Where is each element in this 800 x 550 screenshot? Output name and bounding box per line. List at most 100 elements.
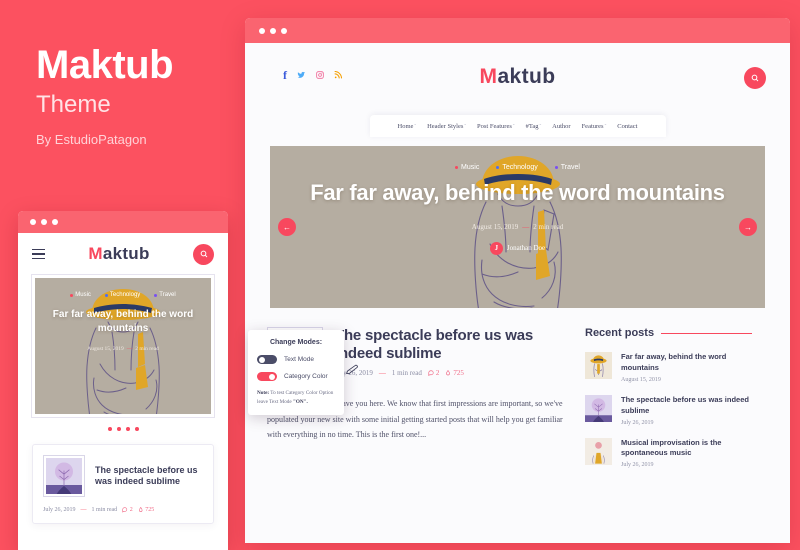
search-icon[interactable] — [744, 67, 766, 89]
promo-subtitle: Theme — [36, 91, 111, 118]
change-modes-popup: Change Modes: Text Mode Category Color N… — [248, 330, 344, 415]
post-title[interactable]: The spectacle before us was indeed subli… — [335, 327, 567, 362]
hero-read-time: 2 min read — [135, 346, 159, 352]
category-label: Music — [75, 292, 91, 298]
post-read-time: 1 min read — [391, 369, 422, 378]
note-emphasis: "ON". — [293, 398, 308, 405]
site-logo[interactable]: Maktub — [245, 65, 790, 89]
hero-category-technology[interactable]: Technology — [104, 292, 141, 298]
chevron-down-icon: ˇ — [464, 124, 467, 130]
window-close-dot[interactable] — [30, 219, 36, 225]
recent-post-thumbnail — [585, 352, 612, 379]
nav-item-tag[interactable]: #Tagˇ — [526, 123, 542, 130]
category-color-toggle[interactable] — [257, 372, 277, 381]
meta-separator: — — [522, 222, 530, 231]
comment-count: 2 — [122, 507, 133, 513]
window-minimize-dot[interactable] — [270, 27, 276, 34]
category-label: Technology — [502, 164, 538, 171]
chevron-down-icon: ˇ — [539, 124, 542, 130]
window-minimize-dot[interactable] — [41, 219, 47, 225]
meta-separator: — — [378, 369, 386, 378]
nav-label: Post Features — [477, 122, 512, 130]
hero-categories: Music Technology Travel — [270, 164, 765, 171]
comment-icon — [428, 370, 434, 377]
person-figure-illustration — [585, 437, 612, 465]
recent-post-item[interactable]: Far far away, behind the word mountains … — [585, 352, 752, 383]
recent-post-item[interactable]: Musical improvisation is the spontaneous… — [585, 437, 752, 469]
comment-count-value: 2 — [435, 369, 440, 378]
mobile-site-logo[interactable]: Maktub — [88, 244, 149, 264]
search-icon[interactable] — [193, 243, 214, 265]
desktop-browser-mockup: f Maktub Homeˇ Header Stylesˇ Post Featu… — [245, 18, 790, 543]
nav-label: Author — [552, 122, 571, 130]
site-header: f Maktub — [245, 43, 790, 115]
nav-item-features[interactable]: Featuresˇ — [582, 123, 607, 130]
comment-count: 2 — [428, 369, 440, 378]
recent-post-date: August 15, 2019 — [621, 376, 661, 383]
meta-separator: — — [126, 346, 133, 352]
pagination-dot[interactable] — [107, 427, 112, 431]
mobile-hero-post-title[interactable]: Far far away, behind the word mountains — [35, 308, 211, 335]
nav-label: Features — [581, 122, 604, 130]
category-label: Travel — [560, 164, 580, 171]
nav-item-header-styles[interactable]: Header Stylesˇ — [427, 123, 466, 130]
promo-byline: By EstudioPatagon — [36, 132, 147, 148]
window-maximize-dot[interactable] — [52, 219, 58, 225]
slider-pagination — [18, 427, 228, 431]
site-viewport: f Maktub Homeˇ Header Stylesˇ Post Featu… — [245, 43, 790, 543]
recent-post-item[interactable]: The spectacle before us was indeed subli… — [585, 394, 752, 426]
hero-category-music[interactable]: Music — [70, 292, 91, 298]
recent-post-title: Far far away, behind the word mountains — [621, 352, 727, 372]
flame-icon — [446, 370, 451, 376]
mobile-hero-meta: August 15, 2019—2 min read — [35, 346, 211, 352]
pagination-dot[interactable] — [134, 427, 139, 431]
logo-rest: aktub — [102, 244, 150, 263]
text-mode-row: Text Mode — [257, 355, 335, 364]
hero-category-travel[interactable]: Travel — [154, 292, 176, 298]
logo-initial: M — [88, 244, 103, 263]
purple-tree-illustration — [585, 394, 612, 422]
category-label: Technology — [109, 292, 141, 298]
mobile-post-thumbnail — [43, 455, 85, 497]
mobile-browser-mockup: Maktub Music Technology Travel Far far a… — [18, 211, 228, 550]
main-navigation: Homeˇ Header Stylesˇ Post Featuresˇ #Tag… — [369, 115, 666, 137]
window-close-dot[interactable] — [259, 27, 265, 34]
nav-item-home[interactable]: Homeˇ — [398, 123, 417, 130]
hamburger-menu-icon[interactable] — [32, 248, 45, 260]
nav-item-author[interactable]: Author — [552, 123, 570, 130]
avatar: J — [489, 241, 503, 255]
change-modes-title: Change Modes: — [269, 339, 323, 346]
category-color-label: Category Color — [284, 373, 328, 380]
hero-category-technology[interactable]: Technology — [496, 164, 538, 171]
hero-date: August 15, 2019 — [87, 346, 124, 352]
hero-category-travel[interactable]: Travel — [554, 164, 580, 171]
hero-category-music[interactable]: Music — [455, 164, 479, 171]
recent-post-thumbnail — [585, 437, 612, 465]
window-maximize-dot[interactable] — [281, 27, 287, 34]
mobile-post-card[interactable]: The spectacle before us was indeed subli… — [32, 444, 214, 524]
sidebar-heading: Recent posts — [585, 327, 655, 339]
hero-next-arrow-icon[interactable]: → — [739, 218, 757, 236]
mobile-hero-categories: Music Technology Travel — [35, 292, 211, 298]
meta-separator: — — [80, 507, 87, 513]
post-meta: July 26, 2019 — 1 min read 2 725 — [335, 369, 567, 377]
hero-author[interactable]: J Jonathan Doe — [270, 241, 765, 255]
like-count: 725 — [138, 507, 154, 513]
nav-item-contact[interactable]: Contact — [617, 123, 637, 130]
note-label: Note: — [257, 390, 270, 396]
recent-post-date: July 26, 2019 — [621, 462, 654, 469]
pagination-dot[interactable] — [116, 427, 121, 431]
hero-post-title[interactable]: Far far away, behind the word mountains — [270, 180, 765, 207]
text-mode-toggle[interactable] — [257, 355, 277, 364]
hero-author-name: Jonathan Doe — [506, 244, 546, 253]
mobile-header: Maktub — [18, 233, 228, 275]
hero-read-time: 2 min read — [533, 222, 564, 231]
comment-count-value: 2 — [129, 507, 133, 513]
hero-prev-arrow-icon[interactable]: ← — [278, 218, 296, 236]
logo-initial: M — [479, 65, 498, 88]
mobile-post-title: The spectacle before us was indeed subli… — [95, 464, 198, 486]
nav-item-post-features[interactable]: Post Featuresˇ — [477, 123, 515, 130]
hero-date: August 15, 2019 — [471, 222, 519, 231]
comment-icon — [122, 507, 128, 513]
pagination-dot[interactable] — [125, 427, 130, 431]
